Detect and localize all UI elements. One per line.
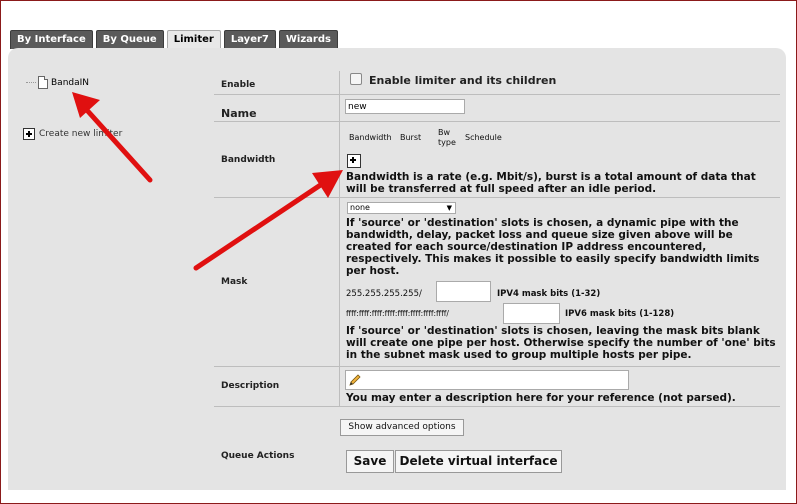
- tab-wizards[interactable]: Wizards: [278, 30, 338, 49]
- create-new-limiter[interactable]: Create new limiter: [23, 128, 122, 140]
- bandwidth-help-1: Bandwidth is a rate (e.g. Mbit/s), burst…: [346, 171, 756, 183]
- document-icon: [38, 76, 48, 89]
- row-divider: [214, 121, 780, 122]
- mask-help1-1: If 'source' or 'destination' slots is ch…: [346, 217, 739, 229]
- tree-connector: [26, 82, 36, 83]
- save-button[interactable]: Save: [346, 450, 394, 473]
- mask-help2-1: If 'source' or 'destination' slots is ch…: [346, 325, 760, 337]
- description-label: Description: [221, 381, 280, 391]
- add-icon: [23, 128, 35, 140]
- description-help: You may enter a description here for you…: [346, 392, 736, 404]
- mask-help1-3: created for each source/destination IP a…: [346, 241, 707, 253]
- tab-by-queue[interactable]: By Queue: [95, 30, 164, 49]
- col-bw-type-line1: Bw: [438, 128, 451, 137]
- bandwidth-help-2: will be transferred at full speed after …: [346, 183, 657, 195]
- ipv4-mask-label: IPV4 mask bits (1-32): [497, 289, 601, 299]
- show-advanced-options-button[interactable]: Show advanced options: [340, 419, 464, 436]
- enable-label: Enable: [221, 80, 256, 90]
- ipv6-prefix: ffff:ffff:ffff:ffff:ffff:ffff:ffff:ffff/: [346, 309, 449, 318]
- add-icon: [347, 154, 361, 168]
- ipv4-prefix: 255.255.255.255/: [346, 289, 422, 299]
- mask-help2-3: in the subnet mask used to group multipl…: [346, 349, 692, 361]
- mask-select-value: none: [350, 203, 370, 212]
- row-divider: [214, 366, 780, 367]
- ipv6-mask-label: IPV6 mask bits (1-128): [565, 309, 675, 319]
- mask-help1-4: respectively. This makes it possible to …: [346, 253, 760, 265]
- ipv4-mask-bits-input[interactable]: [436, 281, 491, 302]
- mask-help1-5: per host.: [346, 265, 400, 277]
- description-input[interactable]: [345, 370, 629, 390]
- create-new-limiter-label[interactable]: Create new limiter: [39, 129, 122, 139]
- col-bw-type: Bw type: [438, 128, 456, 148]
- column-divider: [339, 71, 340, 406]
- row-divider: [214, 197, 780, 198]
- col-burst: Burst: [400, 133, 422, 142]
- queue-actions-label: Queue Actions: [221, 451, 295, 461]
- mask-label: Mask: [221, 277, 248, 287]
- name-label: Name: [221, 107, 257, 120]
- tree-item-bandain[interactable]: BandaIN: [51, 78, 89, 88]
- bandwidth-label: Bandwidth: [221, 155, 276, 165]
- name-input[interactable]: [345, 99, 465, 114]
- enable-checkbox[interactable]: [350, 73, 362, 85]
- dropdown-arrow-icon: ▼: [446, 204, 452, 212]
- mask-select[interactable]: none ▼: [347, 202, 456, 214]
- col-bandwidth: Bandwidth: [349, 133, 392, 142]
- limiter-tree: BandaIN: [26, 76, 89, 89]
- mask-help1-2: bandwidth, delay, packet loss and queue …: [346, 229, 733, 241]
- ipv6-mask-bits-input[interactable]: [503, 303, 560, 324]
- delete-virtual-interface-button[interactable]: Delete virtual interface: [395, 450, 562, 473]
- pencil-icon: [349, 374, 361, 386]
- row-divider: [214, 94, 780, 95]
- enable-checkbox-label: Enable limiter and its children: [369, 74, 557, 87]
- tab-layer7[interactable]: Layer7: [223, 30, 276, 49]
- col-bw-type-line2: type: [438, 138, 456, 147]
- col-schedule: Schedule: [465, 133, 502, 142]
- tab-by-interface[interactable]: By Interface: [10, 30, 93, 49]
- row-divider: [214, 406, 780, 407]
- mask-help2-2: will create one pipe per host. Otherwise…: [346, 337, 776, 349]
- add-bandwidth-button[interactable]: [347, 153, 361, 168]
